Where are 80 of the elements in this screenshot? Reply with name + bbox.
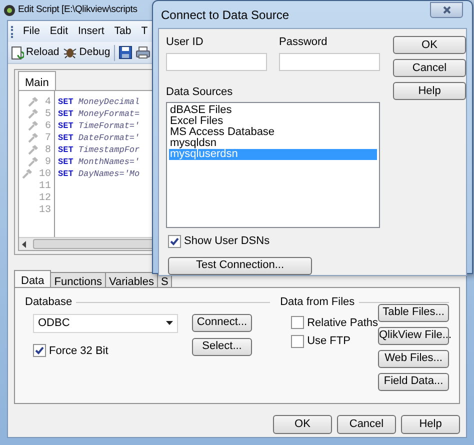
- line-number: 11: [38, 180, 51, 193]
- field-label: Data Sources: [166, 84, 234, 100]
- code-line: SET DayNames='Mo: [58, 169, 140, 179]
- code-line: SET TimeFormat=': [58, 121, 140, 131]
- code-line: SET TimestampFor: [58, 145, 140, 155]
- save-icon[interactable]: [118, 46, 134, 59]
- hammer-icon: [28, 133, 39, 143]
- hammer-icon: [22, 169, 33, 179]
- line-number: 10: [38, 168, 51, 181]
- debug-button[interactable]: Debug: [62, 44, 112, 60]
- list-item[interactable]: mysqldsn: [169, 138, 377, 149]
- button[interactable]: OK: [273, 415, 332, 434]
- hammer-icon: [28, 97, 39, 107]
- menu-item[interactable]: File: [23, 24, 40, 40]
- list-item[interactable]: MS Access Database: [169, 127, 377, 138]
- group-label: Database: [25, 295, 72, 310]
- caret-icon: [166, 321, 173, 325]
- panel-tab[interactable]: Functions: [51, 272, 106, 287]
- checkbox[interactable]: [291, 334, 304, 348]
- printer-icon[interactable]: [135, 46, 152, 59]
- checkbox[interactable]: [168, 234, 181, 248]
- panel-tab[interactable]: Variables: [106, 272, 158, 287]
- left-arrow-icon[interactable]: [22, 240, 27, 248]
- checkbox-label: Use FTP: [307, 334, 350, 349]
- dropdown[interactable]: ODBC: [33, 314, 178, 332]
- code-line: SET MoneyFormat=: [58, 109, 140, 119]
- dialog-title: Connect to Data Source: [161, 6, 290, 24]
- code-line: SET MoneyDecimal: [58, 97, 140, 107]
- hammer-icon: [28, 157, 39, 167]
- line-number: 7: [44, 132, 51, 145]
- checkbox[interactable]: [291, 316, 304, 330]
- checkbox-label: Force 32 Bit: [49, 344, 108, 358]
- panel-tab[interactable]: Data: [14, 270, 52, 287]
- line-number: 8: [44, 144, 51, 157]
- button[interactable]: QlikView File...: [378, 326, 449, 344]
- button[interactable]: Field Data...: [378, 372, 449, 390]
- reload-button[interactable]: Reload: [10, 44, 60, 60]
- button[interactable]: Test Connection...: [168, 256, 312, 274]
- button[interactable]: Help: [393, 82, 466, 100]
- button[interactable]: Select...: [192, 338, 252, 356]
- button[interactable]: Web Files...: [378, 350, 449, 368]
- button[interactable]: Cancel: [393, 59, 466, 77]
- list-item[interactable]: dBASE Files: [169, 105, 377, 116]
- button[interactable]: Cancel: [337, 415, 396, 434]
- document-icon: [11, 46, 24, 60]
- button[interactable]: OK: [393, 36, 466, 54]
- button[interactable]: Connect...: [192, 314, 252, 332]
- menu-item[interactable]: Edit: [50, 24, 68, 40]
- checkbox-label: Relative Paths: [307, 316, 378, 330]
- checkbox[interactable]: [33, 344, 46, 358]
- line-number: 12: [38, 192, 51, 205]
- close-icon: [442, 6, 450, 14]
- button[interactable]: Help: [401, 415, 460, 434]
- line-number: 6: [44, 120, 51, 133]
- line-number: 5: [44, 108, 51, 121]
- field-label: Password: [279, 35, 328, 50]
- field-label: User ID: [166, 35, 204, 50]
- hammer-icon: [28, 145, 39, 155]
- menu-item[interactable]: Tab: [114, 24, 132, 40]
- line-number: 4: [44, 96, 51, 109]
- checkbox-label: Show User DSNs: [184, 234, 270, 249]
- list-item[interactable]: Excel Files: [169, 116, 377, 127]
- line-number: 13: [38, 204, 51, 218]
- hammer-icon: [28, 121, 39, 131]
- user-id-field[interactable]: [166, 52, 267, 70]
- hammer-icon: [28, 109, 39, 119]
- group-label: Data from Files: [280, 295, 355, 310]
- code-line: SET DateFormat=': [58, 133, 140, 143]
- close-button[interactable]: [430, 2, 463, 18]
- data-sources-list[interactable]: dBASE Files Excel Files MS Access Database mysqldsn mysqluserdsn: [166, 102, 380, 228]
- window-title: Edit Script [E:\Qlikview\scripts: [18, 2, 138, 17]
- code-line: SET MonthNames=': [58, 157, 140, 167]
- button[interactable]: Table Files...: [378, 304, 449, 322]
- menu-item[interactable]: T: [141, 24, 148, 40]
- bug-icon: [63, 46, 78, 59]
- menu-item[interactable]: Insert: [78, 24, 104, 40]
- script-tab[interactable]: Main: [18, 71, 56, 90]
- line-number: 9: [44, 156, 51, 169]
- password-field[interactable]: [279, 52, 380, 70]
- app-icon: [4, 4, 15, 16]
